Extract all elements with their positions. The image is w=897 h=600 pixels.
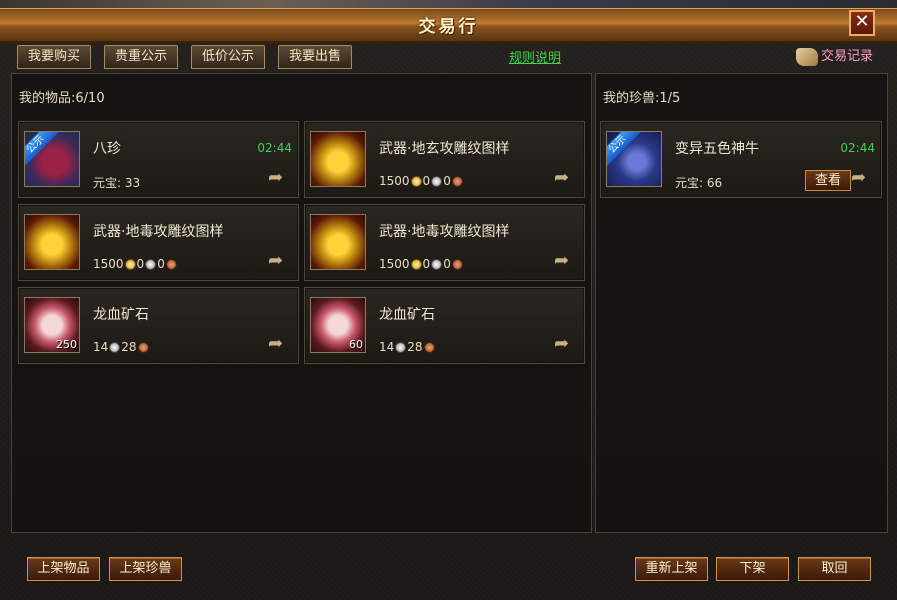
beast-timer: 02:44 [840, 141, 875, 155]
trade-record-label: 交易记录 [821, 49, 874, 64]
silver-coin-icon [145, 258, 157, 270]
price-label: 元宝: [675, 176, 704, 190]
view-button[interactable]: 查看 [805, 170, 851, 191]
gold-amount: 1500 [93, 257, 124, 271]
share-icon[interactable]: ➦ [268, 169, 290, 187]
copper-coin-icon [451, 175, 463, 187]
item-price: 14 28 [93, 340, 150, 354]
item-price: 1500 0 0 [379, 174, 464, 188]
delist-button[interactable]: 下架 [716, 557, 789, 581]
relist-button[interactable]: 重新上架 [635, 557, 708, 581]
scroll-icon [796, 47, 818, 66]
share-icon[interactable]: ➦ [268, 335, 290, 353]
share-icon[interactable]: ➦ [268, 252, 290, 270]
yuanbao-amount: 33 [124, 175, 141, 190]
retrieve-button[interactable]: 取回 [798, 557, 871, 581]
stack-count: 250 [56, 338, 77, 351]
public-tag: 公示 [25, 132, 59, 168]
list-beast-button[interactable]: 上架珍兽 [109, 557, 182, 581]
copper-amount: 28 [407, 340, 423, 354]
copper-amount: 28 [121, 340, 137, 354]
share-icon[interactable]: ➦ [554, 169, 576, 187]
list-item-button[interactable]: 上架物品 [27, 557, 100, 581]
copper-amount: 0 [443, 174, 451, 188]
item-timer: 02:44 [257, 141, 292, 155]
yuanbao-amount: 66 [706, 175, 723, 190]
copper-coin-icon [451, 258, 463, 270]
item-card[interactable]: 60 龙血矿石 14 28 ➦ [304, 287, 585, 364]
gold-coin-icon [124, 258, 136, 270]
tab-buy[interactable]: 我要购买 [17, 45, 92, 69]
silver-amount: 0 [422, 174, 431, 188]
gold-amount: 1500 [379, 174, 410, 188]
copper-amount: 0 [157, 257, 165, 271]
copper-amount: 0 [443, 257, 451, 271]
item-price: 1500 0 0 [379, 257, 464, 271]
scroll-icon [310, 131, 366, 187]
items-panel-header: 我的物品:6/10 [19, 91, 105, 106]
item-card[interactable]: 公示 八珍 02:44 元宝: 33 ➦ [18, 121, 299, 198]
item-card[interactable]: 武器·地毒攻雕纹图样 1500 0 0 ➦ [18, 204, 299, 281]
share-icon[interactable]: ➦ [851, 169, 873, 187]
gold-amount: 1500 [379, 257, 410, 271]
window-title: 交易行 [418, 17, 479, 37]
scroll-icon [310, 214, 366, 270]
item-name: 八珍 [93, 141, 121, 157]
trade-window: 交易行 ✕ 我要购买 贵重公示 低价公示 我要出售 规则说明 交易记录 我的物品… [0, 0, 897, 600]
beast-card[interactable]: 公示 变异五色神牛 02:44 元宝: 66 查看 ➦ [600, 121, 882, 198]
item-name: 武器·地毒攻雕纹图样 [93, 224, 224, 240]
items-count: 6/10 [75, 91, 105, 106]
tab-valuable-notice[interactable]: 贵重公示 [104, 45, 179, 69]
items-panel-label: 我的物品 [19, 91, 72, 106]
silver-amount: 0 [136, 257, 145, 271]
gold-coin-icon [410, 175, 422, 187]
ore-icon: 60 [310, 297, 366, 353]
top-strip [0, 0, 897, 8]
silver-coin-icon [109, 341, 121, 353]
beast-icon: 公示 [606, 131, 662, 187]
item-card[interactable]: 武器·地毒攻雕纹图样 1500 0 0 ➦ [304, 204, 585, 281]
silver-coin-icon [431, 258, 443, 270]
beasts-count: 1/5 [659, 91, 681, 106]
beast-price: 元宝: 66 [675, 174, 722, 191]
stack-count: 60 [349, 338, 363, 351]
item-name: 龙血矿石 [379, 307, 435, 323]
ore-icon: 250 [24, 297, 80, 353]
copper-coin-icon [137, 341, 149, 353]
copper-coin-icon [423, 341, 435, 353]
item-name: 武器·地玄攻雕纹图样 [379, 141, 510, 157]
close-icon[interactable]: ✕ [849, 10, 875, 36]
silver-amount: 14 [93, 340, 109, 354]
rules-link[interactable]: 规则说明 [509, 47, 561, 66]
price-label: 元宝: [93, 176, 122, 190]
item-name: 龙血矿石 [93, 307, 149, 323]
item-price: 元宝: 33 [93, 174, 140, 191]
gold-coin-icon [410, 258, 422, 270]
beasts-panel-header: 我的珍兽:1/5 [603, 91, 681, 106]
tab-sell[interactable]: 我要出售 [278, 45, 353, 69]
share-icon[interactable]: ➦ [554, 252, 576, 270]
item-card[interactable]: 250 龙血矿石 14 28 ➦ [18, 287, 299, 364]
item-name: 武器·地毒攻雕纹图样 [379, 224, 510, 240]
public-tag: 公示 [607, 132, 641, 168]
beasts-panel-label: 我的珍兽 [603, 91, 656, 106]
silver-amount: 14 [379, 340, 395, 354]
item-price: 14 28 [379, 340, 436, 354]
silver-coin-icon [395, 341, 407, 353]
trade-record-button[interactable]: 交易记录 [796, 45, 873, 66]
item-price: 1500 0 0 [93, 257, 178, 271]
item-card[interactable]: 武器·地玄攻雕纹图样 1500 0 0 ➦ [304, 121, 585, 198]
silver-amount: 0 [422, 257, 431, 271]
copper-coin-icon [165, 258, 177, 270]
silver-coin-icon [431, 175, 443, 187]
scroll-icon [24, 214, 80, 270]
share-icon[interactable]: ➦ [554, 335, 576, 353]
beast-name: 变异五色神牛 [675, 141, 759, 157]
treasure-icon: 公示 [24, 131, 80, 187]
tab-lowprice-notice[interactable]: 低价公示 [191, 45, 266, 69]
